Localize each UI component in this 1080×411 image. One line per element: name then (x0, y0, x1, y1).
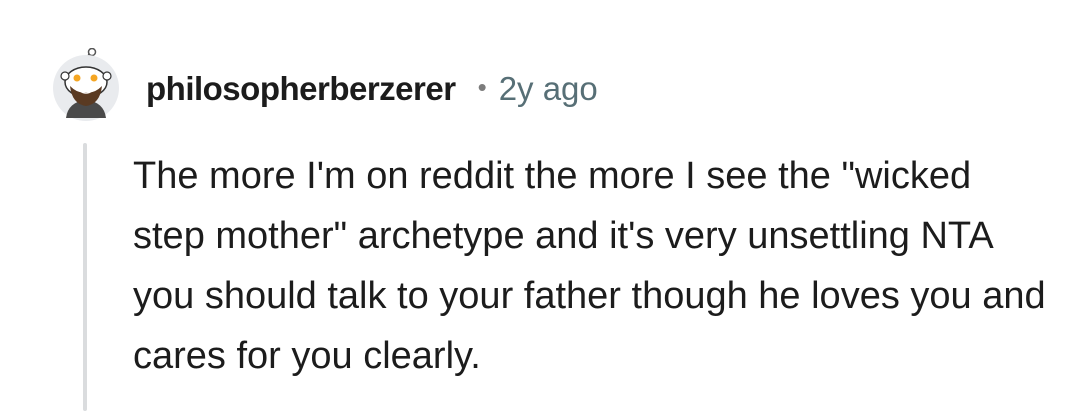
comment: philosopherberzerer • 2y ago The more I'… (0, 0, 1080, 411)
separator-dot: • (477, 71, 487, 102)
user-avatar-icon[interactable] (50, 47, 122, 122)
comment-body: The more I'm on reddit the more I see th… (133, 155, 1046, 377)
username-link[interactable]: philosopherberzerer (146, 70, 456, 108)
comment-timestamp: 2y ago (498, 70, 598, 107)
comment-header: philosopherberzerer • 2y ago (146, 64, 598, 114)
thread-line[interactable] (83, 143, 87, 411)
